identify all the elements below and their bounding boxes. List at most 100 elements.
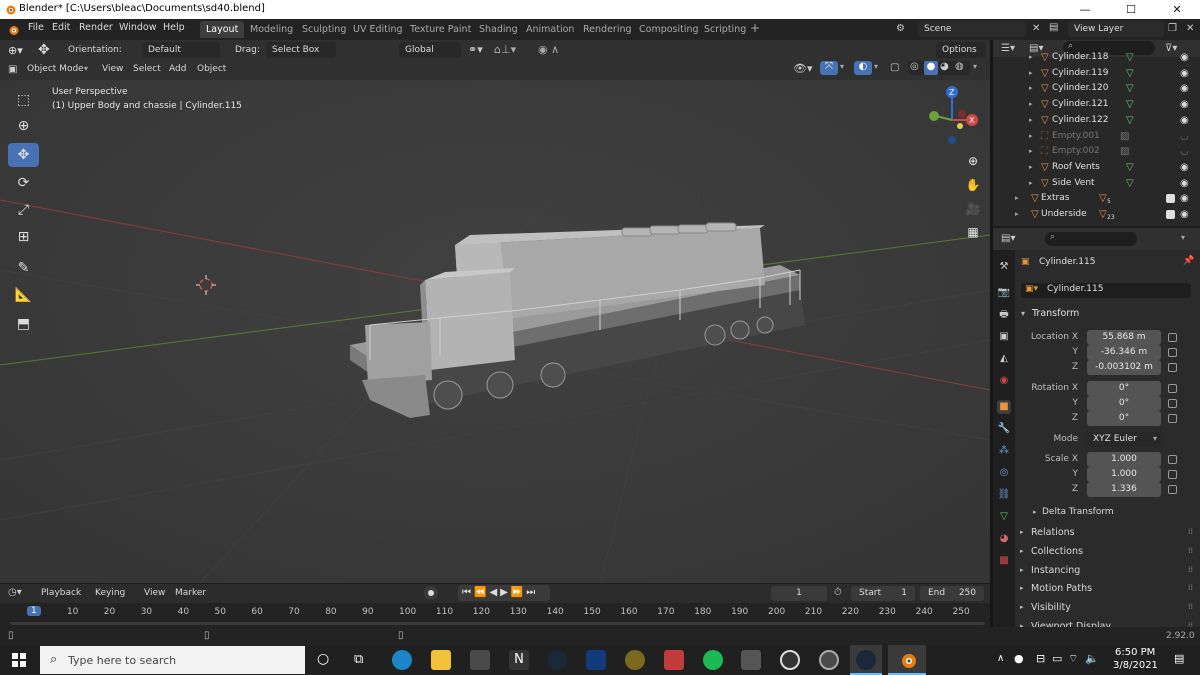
steam-icon[interactable]	[547, 650, 567, 670]
pen-app-icon[interactable]	[741, 650, 761, 670]
lock-icon[interactable]	[1168, 333, 1177, 342]
spotify-icon[interactable]	[703, 650, 723, 670]
drag-handle-icon[interactable]: ⁞⁞	[1188, 602, 1193, 611]
copy-view-layer-icon[interactable]: ❐	[1168, 23, 1177, 34]
lock-icon[interactable]	[1168, 363, 1177, 372]
eye-closed-icon[interactable]: ◡	[1180, 146, 1189, 157]
notion-icon[interactable]: N	[509, 650, 529, 670]
location-x-field[interactable]: 55.868 m	[1087, 330, 1161, 345]
tab-texture-paint[interactable]: Texture Paint	[404, 21, 477, 38]
object-tab-icon[interactable]: ■	[997, 400, 1011, 414]
view-layer-icon[interactable]: ▤	[1049, 22, 1058, 33]
editor-type-icon[interactable]: ⊕▾	[8, 44, 23, 57]
expand-icon[interactable]: ▸	[1020, 584, 1024, 592]
material-tab-icon[interactable]: ◕	[997, 532, 1011, 546]
modifier-tab-icon[interactable]: 🔧	[997, 422, 1011, 436]
outliner-row[interactable]: ▸ ▽ Side Vent ▽ ◉	[993, 177, 1200, 192]
texture-tab-icon[interactable]: ▩	[997, 554, 1011, 568]
view-layer-selector[interactable]: View Layer	[1068, 21, 1164, 37]
properties-chevron-icon[interactable]: ▾	[1181, 233, 1185, 242]
expand-icon[interactable]: ▸	[1029, 163, 1033, 171]
expand-icon[interactable]: ▸	[1029, 100, 1033, 108]
particles-tab-icon[interactable]: ⁂	[997, 444, 1011, 458]
drag-handle-icon[interactable]: ⁞⁞	[1188, 565, 1193, 574]
tab-shading[interactable]: Shading	[473, 21, 524, 38]
rendered-shading-icon[interactable]: ◍	[955, 61, 964, 72]
expand-icon[interactable]: ▸	[1015, 194, 1019, 202]
property-panel-header[interactable]: ▸ Motion Paths ⁞⁞	[1015, 582, 1200, 598]
blender-taskbar-button[interactable]	[888, 645, 926, 675]
rotation-y-field[interactable]: 0°	[1087, 396, 1161, 411]
gizmo-chevron-icon[interactable]: ▾	[840, 62, 844, 71]
outliner-row[interactable]: ▸ ⛶ Empty.002 ▨ ◡	[993, 145, 1200, 160]
gizmo-toggle-icon[interactable]: ⤧	[820, 61, 838, 75]
tab-sculpting[interactable]: Sculpting	[296, 21, 352, 38]
transform-collapse-icon[interactable]: ▾	[1021, 309, 1025, 318]
property-panel-header[interactable]: ▸ Instancing ⁞⁞	[1015, 564, 1200, 580]
scale-x-field[interactable]: 1.000	[1087, 452, 1161, 467]
material-shading-icon[interactable]: ◕	[940, 61, 949, 72]
mode-chevron-down-icon[interactable]: ▾	[84, 64, 88, 73]
lock-icon[interactable]	[1168, 414, 1177, 423]
eye-icon[interactable]: ◉	[1180, 115, 1189, 126]
tab-modeling[interactable]: Modeling	[244, 21, 299, 38]
menu-help[interactable]: Help	[163, 22, 185, 33]
scene-tab-icon[interactable]: ◭	[997, 352, 1011, 366]
steam-active-icon[interactable]	[850, 645, 882, 675]
view-layer-tab-icon[interactable]: ▣	[997, 330, 1011, 344]
transform-tool-button[interactable]: ⊞	[8, 225, 39, 249]
eye-icon[interactable]: ◉	[1180, 99, 1189, 110]
current-frame-marker[interactable]: 1	[27, 606, 41, 616]
clock-time[interactable]: 6:50 PM	[1115, 647, 1155, 658]
property-panel-header[interactable]: ▸ Visibility ⁞⁞	[1015, 601, 1200, 617]
minimize-button[interactable]: —	[1062, 0, 1108, 19]
tab-compositing[interactable]: Compositing	[633, 21, 705, 38]
file-explorer-icon[interactable]	[431, 650, 451, 670]
expand-icon[interactable]: ▸	[1029, 147, 1033, 155]
scale-z-field[interactable]: 1.336	[1087, 482, 1161, 497]
browser-icon[interactable]	[819, 650, 839, 670]
outliner-row[interactable]: ▸ ▽ Cylinder.118 ▽ ◉	[993, 51, 1200, 66]
rotation-x-field[interactable]: 0°	[1087, 381, 1161, 396]
eye-icon[interactable]: ◉	[1180, 52, 1189, 63]
expand-icon[interactable]: ▸	[1029, 84, 1033, 92]
menu-view[interactable]: View	[102, 64, 123, 74]
show-hidden-icons[interactable]: ∧	[997, 653, 1004, 664]
expand-icon[interactable]: ▸	[1020, 547, 1024, 555]
tool-tab-icon[interactable]: ⚒	[997, 260, 1011, 274]
xray-icon[interactable]: ▢	[890, 62, 899, 73]
menu-select[interactable]: Select	[133, 64, 161, 74]
lock-icon[interactable]	[1168, 470, 1177, 479]
store-icon[interactable]	[470, 650, 490, 670]
add-cube-tool-button[interactable]: ⬒	[8, 312, 39, 336]
outliner-row[interactable]: ▸ ▽ Extras ▽ 5 ◉	[993, 192, 1200, 207]
properties-search-input[interactable]: ⌕	[1045, 232, 1137, 246]
eye-icon[interactable]: ◉	[1180, 193, 1189, 204]
pin-icon[interactable]: 📌	[1183, 256, 1194, 266]
properties-editor-type-icon[interactable]: ▤▾	[1001, 233, 1015, 244]
proportional-editing-icon[interactable]: ◉ ∧	[538, 43, 559, 56]
tab-uv-editing[interactable]: UV Editing	[347, 21, 409, 38]
eye-icon[interactable]: ◉	[1180, 209, 1189, 220]
lock-icon[interactable]	[1168, 348, 1177, 357]
frame-ruler[interactable]: 1 10 20 30 40 50 60 70 80 90 100 110 120 130 140 150 160…	[0, 584, 990, 627]
tab-layout[interactable]: Layout	[200, 21, 245, 38]
outliner-row[interactable]: ▸ ▽ Cylinder.119 ▽ ◉	[993, 67, 1200, 82]
outliner-row[interactable]: ▸ ▽ Roof Vents ▽ ◉	[993, 161, 1200, 176]
object-name-field[interactable]: ▣▾ Cylinder.115	[1021, 283, 1191, 298]
eye-icon[interactable]: ◉	[1180, 83, 1189, 94]
data-tab-icon[interactable]: ▽	[997, 510, 1011, 524]
eye-icon[interactable]: ◉	[1180, 178, 1189, 189]
menu-object[interactable]: Object	[197, 64, 226, 74]
move-tool-button[interactable]: ✥	[8, 143, 39, 167]
physics-tab-icon[interactable]: ◎	[997, 466, 1011, 480]
property-panel-header[interactable]: ▸ Relations ⁞⁞	[1015, 526, 1200, 542]
edge-icon[interactable]	[392, 650, 412, 670]
outliner-row[interactable]: ▸ ⛶ Empty.001 ▨ ◡	[993, 130, 1200, 145]
expand-icon[interactable]: ▸	[1029, 116, 1033, 124]
drag-handle-icon[interactable]: ⁞⁞	[1188, 546, 1193, 555]
tray-device-icon[interactable]: ⊟	[1036, 652, 1045, 665]
notifications-icon[interactable]: ▤	[1174, 652, 1184, 665]
outliner-row[interactable]: ▸ ▽ Cylinder.121 ▽ ◉	[993, 98, 1200, 113]
pivot-point-icon[interactable]: ⚭▾	[468, 43, 483, 56]
